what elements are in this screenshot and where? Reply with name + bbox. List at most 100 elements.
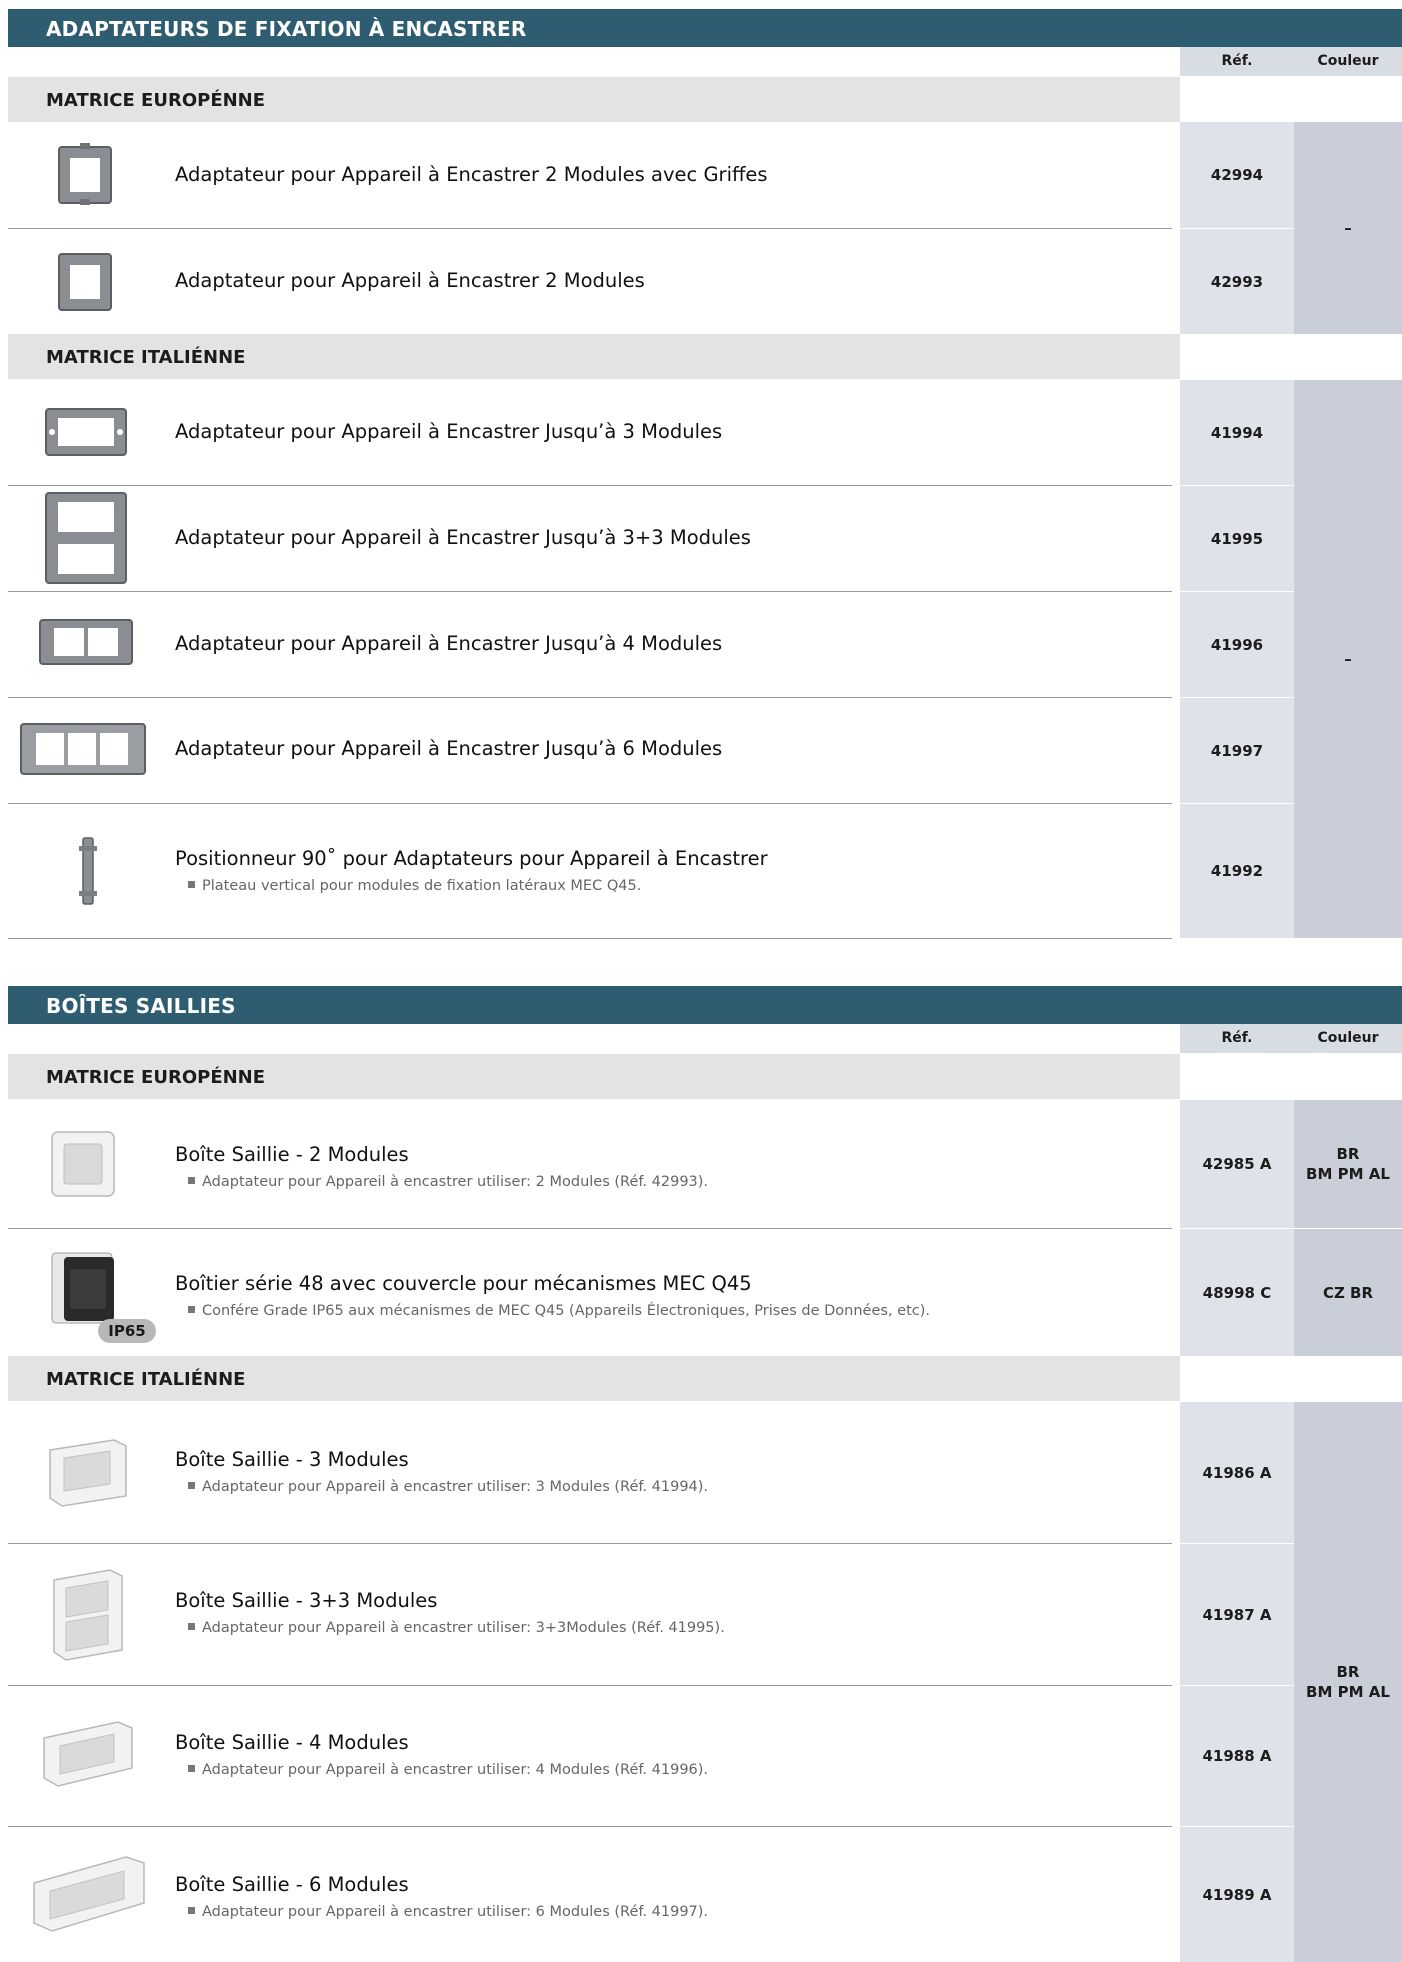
product-note: Adaptateur pour Appareil à encastrer uti… [188,1904,708,1920]
row-divider [8,938,1172,939]
ref-cell: 41992 [1180,804,1294,938]
ref-cell: 42994 [1180,122,1294,228]
product-note: Adaptateur pour Appareil à encastrer uti… [188,1174,708,1190]
table-row: Boîte Saillie - 3 Modules Adaptateur pou… [8,1402,1402,1543]
note-text: Adaptateur pour Appareil à encastrer uti… [202,1174,709,1190]
bullet-icon [188,1622,195,1630]
bullet-icon [188,880,195,888]
group-header-italy: MATRICE ITALIÉNNE [8,334,1180,379]
surface-box-4-modules-image [43,1721,133,1787]
group-label: MATRICE ITALIÉNNE [46,347,246,368]
bullet-icon [188,1481,195,1489]
product-title: Adaptateur pour Appareil à Encastrer Jus… [175,526,751,549]
note-text: Adaptateur pour Appareil à encastrer uti… [202,1479,709,1495]
bullet-icon [188,1764,195,1772]
ref-value: 41995 [1210,529,1264,548]
adapter-4-modules-image [39,619,133,665]
ref-cell: 42985 A [1180,1100,1294,1228]
ref-value: 41989 A [1202,1885,1272,1904]
table-row: Positionneur 90˚ pour Adaptateurs pour A… [8,804,1402,938]
column-header-ref: Réf. [1180,1024,1294,1053]
product-note: Adaptateur pour Appareil à encastrer uti… [188,1620,725,1636]
section-header-adaptateurs: ADAPTATEURS DE FIXATION À ENCASTRER [8,9,1402,47]
ref-value: 41996 [1210,635,1264,654]
column-header-color: Couleur [1294,1024,1402,1053]
ip65-badge: IP65 [98,1319,156,1343]
table-row: Boîte Saillie - 3+3 Modules Adaptateur p… [8,1544,1402,1685]
column-header-color: Couleur [1294,47,1402,76]
table-row: Adaptateur pour Appareil à Encastrer Jus… [8,486,1402,591]
table-row: Adaptateur pour Appareil à Encastrer 2 M… [8,122,1402,228]
group-label: MATRICE ITALIÉNNE [46,1369,246,1390]
adapter-2-modules-image [58,143,112,205]
group-header-europe: MATRICE EUROPÉNNE [8,1054,1180,1099]
group-header-italy: MATRICE ITALIÉNNE [8,1356,1180,1401]
product-note: Plateau vertical pour modules de fixatio… [188,878,641,894]
product-title: Boîte Saillie - 3 Modules [175,1448,409,1471]
ref-cell: 41987 A [1180,1544,1294,1685]
table-row: IP65 Boîtier série 48 avec couvercle pou… [8,1229,1402,1356]
group-label: MATRICE EUROPÉNNE [46,1067,266,1088]
color-value: CZ BR [1322,1283,1374,1302]
surface-box-2-modules-image [51,1131,115,1197]
bullet-icon [188,1906,195,1914]
product-title: Adaptateur pour Appareil à Encastrer 2 M… [175,163,768,186]
ref-cell: 42993 [1180,229,1294,334]
ref-cell: 41986 A [1180,1402,1294,1543]
product-title: Adaptateur pour Appareil à Encastrer Jus… [175,420,723,443]
table-row: Boîte Saillie - 4 Modules Adaptateur pou… [8,1686,1402,1826]
ref-cell: 48998 C [1180,1229,1294,1356]
ref-value: 41986 A [1202,1463,1272,1482]
surface-box-3-modules-image [49,1439,127,1507]
ref-cell: 41994 [1180,380,1294,485]
color-cell: CZ BR [1294,1229,1402,1356]
product-title: Boîte Saillie - 6 Modules [175,1873,409,1896]
product-title: Adaptateur pour Appareil à Encastrer 2 M… [175,269,645,292]
bullet-icon [188,1176,195,1184]
surface-box-3-3-modules-image [53,1569,123,1661]
ref-value: 48998 C [1202,1283,1272,1302]
note-text: Adaptateur pour Appareil à encastrer uti… [202,1620,725,1636]
ref-value: 41994 [1210,423,1264,442]
ref-cell: 41988 A [1180,1686,1294,1826]
note-text: Plateau vertical pour modules de fixatio… [202,878,642,894]
product-title: Boîte Saillie - 2 Modules [175,1143,409,1166]
note-text: Adaptateur pour Appareil à encastrer uti… [202,1762,709,1778]
column-header-ref: Réf. [1180,47,1294,76]
ref-value: 41987 A [1202,1605,1272,1624]
product-note: Adaptateur pour Appareil à encastrer uti… [188,1479,708,1495]
product-title: Boîte Saillie - 3+3 Modules [175,1589,438,1612]
product-title: Boîte Saillie - 4 Modules [175,1731,409,1754]
product-title: Boîtier série 48 avec couvercle pour méc… [175,1272,752,1295]
note-text: Confére Grade IP65 aux mécanismes de MEC… [202,1303,931,1319]
group-label: MATRICE EUROPÉNNE [46,90,266,111]
ref-cell: 41989 A [1180,1827,1294,1962]
table-row: Adaptateur pour Appareil à Encastrer Jus… [8,380,1402,485]
ref-cell: 41997 [1180,698,1294,803]
color-cell: BR BM PM AL [1294,1100,1402,1228]
adapter-2-modules-image [58,253,112,311]
positioner-image [79,837,97,905]
product-title: Positionneur 90˚ pour Adaptateurs pour A… [175,847,768,870]
bullet-icon [188,1305,195,1313]
ref-value: 42994 [1210,166,1264,184]
adapter-6-modules-image [20,723,146,775]
table-row: Adaptateur pour Appareil à Encastrer Jus… [8,698,1402,803]
section-title: ADAPTATEURS DE FIXATION À ENCASTRER [46,17,527,41]
ref-value: 41997 [1210,741,1264,760]
note-text: Adaptateur pour Appareil à encastrer uti… [202,1904,709,1920]
product-title: Adaptateur pour Appareil à Encastrer Jus… [175,737,723,760]
ref-cell: 41995 [1180,486,1294,591]
product-note: Adaptateur pour Appareil à encastrer uti… [188,1762,708,1778]
table-row: Boîte Saillie - 6 Modules Adaptateur pou… [8,1827,1402,1962]
adapter-3-modules-image [45,408,127,456]
surface-box-6-modules-image [33,1856,145,1932]
color-value: BR BM PM AL [1306,1145,1390,1183]
section-title: BOÎTES SAILLIES [46,994,236,1018]
ref-value: 41988 A [1202,1747,1272,1765]
group-header-europe: MATRICE EUROPÉNNE [8,77,1180,122]
ref-value: 42993 [1210,272,1264,291]
ref-value: 42985 A [1202,1155,1272,1173]
ref-cell: 41996 [1180,592,1294,697]
table-row: Adaptateur pour Appareil à Encastrer Jus… [8,592,1402,697]
